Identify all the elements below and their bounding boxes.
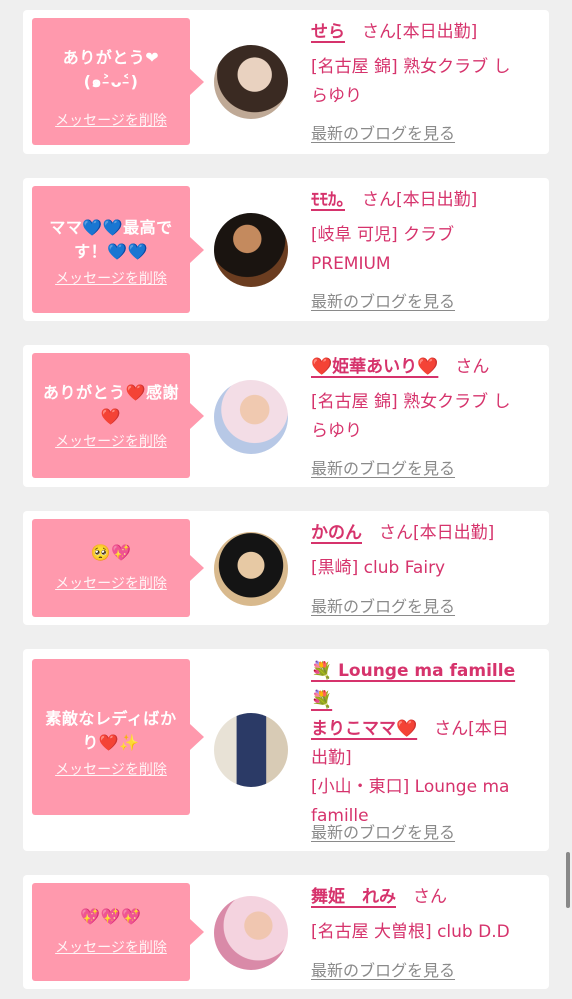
cast-name-link[interactable]: 舞姫 れみ — [311, 887, 396, 907]
cast-name-link[interactable]: ﾓﾓｶ｡ — [311, 190, 345, 210]
avatar[interactable] — [214, 532, 288, 606]
message-bubble: 素敵なレディばか り❤️✨ メッセージを削除 — [32, 659, 204, 815]
message-text: ママ💙💙最高で す！💙💙 — [49, 218, 173, 261]
message-text: 🥺💖 — [90, 543, 132, 562]
attendance-tag: [本日出勤] — [413, 523, 495, 543]
cast-info: 💐 Lounge ma famille💐 まりこママ❤️ さん[本日 出勤] [… — [311, 657, 536, 831]
message-card: 💖💖💖 メッセージを削除 舞姫 れみ さん [名古屋 大曽根] club D.D… — [23, 875, 549, 989]
message-text: 💖💖💖 — [80, 907, 142, 926]
cast-info: ﾓﾓｶ｡ さん[本日出勤] [岐阜 可児] クラブ PREMIUM — [311, 186, 536, 279]
latest-blog-link[interactable]: 最新のブログを見る — [311, 957, 455, 981]
attendance-tag: [本日出勤] — [396, 22, 478, 42]
avatar[interactable] — [214, 213, 288, 287]
avatar[interactable] — [214, 45, 288, 119]
cast-name-link[interactable]: まりこママ❤️ — [311, 719, 417, 739]
message-text: ありがとう❤️感謝 ❤️ — [43, 383, 179, 426]
message-card: 🥺💖 メッセージを削除 かのん さん[本日出勤] [黒崎] club Fairy… — [23, 511, 549, 625]
shop-name: [名古屋 錦] 熟女クラブ しらゆり — [311, 392, 511, 441]
message-bubble: ありがとう❤︎(๑˃̵ᴗ˂̵) メッセージを削除 — [32, 18, 204, 145]
cast-name-link[interactable]: ❤️姫華あいり❤️ — [311, 357, 438, 377]
shop-name: [名古屋 大曽根] club D.D — [311, 922, 510, 942]
cast-name-link[interactable]: かのん — [311, 523, 362, 543]
avatar[interactable] — [214, 380, 288, 454]
honorific: さん — [455, 357, 490, 377]
attendance-tag: [本日出勤] — [396, 190, 478, 210]
message-card: ママ💙💙最高で す！💙💙 メッセージを削除 ﾓﾓｶ｡ さん[本日出勤] [岐阜 可… — [23, 178, 549, 321]
honorific: さん — [362, 190, 396, 210]
latest-blog-link[interactable]: 最新のブログを見る — [311, 455, 455, 479]
honorific: さん — [413, 887, 447, 907]
honorific: さん — [362, 22, 396, 42]
message-card: ありがとう❤️感謝 ❤️ メッセージを削除 ❤️姫華あいり❤️ さん [名古屋 錦… — [23, 345, 549, 487]
delete-message-link[interactable]: メッセージを削除 — [55, 759, 167, 779]
scrollbar[interactable] — [566, 852, 570, 908]
message-card: 素敵なレディばか り❤️✨ メッセージを削除 💐 Lounge ma famill… — [23, 649, 549, 851]
message-bubble: ママ💙💙最高で す！💙💙 メッセージを削除 — [32, 186, 204, 313]
honorific: さん — [434, 719, 469, 739]
cast-name-link[interactable]: 💐 Lounge ma famille💐 — [311, 661, 515, 710]
delete-message-link[interactable]: メッセージを削除 — [55, 431, 167, 451]
latest-blog-link[interactable]: 最新のブログを見る — [311, 819, 455, 843]
message-text: 素敵なレディばか り❤️✨ — [45, 709, 177, 752]
latest-blog-link[interactable]: 最新のブログを見る — [311, 120, 455, 144]
message-card: ありがとう❤︎(๑˃̵ᴗ˂̵) メッセージを削除 せら さん[本日出勤] [名古… — [23, 10, 549, 154]
avatar[interactable] — [214, 896, 288, 970]
shop-name: [岐阜 可児] クラブ PREMIUM — [311, 225, 455, 274]
shop-name: [黒崎] club Fairy — [311, 558, 446, 578]
honorific: さん — [379, 523, 413, 543]
cast-name-link[interactable]: せら — [311, 22, 345, 42]
attendance-tag: [本日 — [468, 719, 509, 739]
latest-blog-link[interactable]: 最新のブログを見る — [311, 288, 455, 312]
message-bubble: 💖💖💖 メッセージを削除 — [32, 883, 204, 981]
delete-message-link[interactable]: メッセージを削除 — [55, 268, 167, 288]
message-bubble: ありがとう❤️感謝 ❤️ メッセージを削除 — [32, 353, 204, 478]
delete-message-link[interactable]: メッセージを削除 — [55, 110, 167, 130]
delete-message-link[interactable]: メッセージを削除 — [55, 573, 167, 593]
avatar[interactable] — [214, 713, 288, 787]
attendance-tag: 出勤] — [311, 748, 352, 768]
latest-blog-link[interactable]: 最新のブログを見る — [311, 593, 455, 617]
cast-info: ❤️姫華あいり❤️ さん [名古屋 錦] 熟女クラブ しらゆり — [311, 353, 536, 446]
cast-info: せら さん[本日出勤] [名古屋 錦] 熟女クラブ しらゆり — [311, 18, 536, 111]
message-text: ありがとう❤︎(๑˃̵ᴗ˂̵) — [62, 48, 160, 91]
delete-message-link[interactable]: メッセージを削除 — [55, 937, 167, 957]
message-bubble: 🥺💖 メッセージを削除 — [32, 519, 204, 617]
cast-info: かのん さん[本日出勤] [黒崎] club Fairy — [311, 519, 536, 583]
shop-name: [名古屋 錦] 熟女クラブ しらゆり — [311, 57, 511, 106]
cast-info: 舞姫 れみ さん [名古屋 大曽根] club D.D — [311, 883, 536, 947]
